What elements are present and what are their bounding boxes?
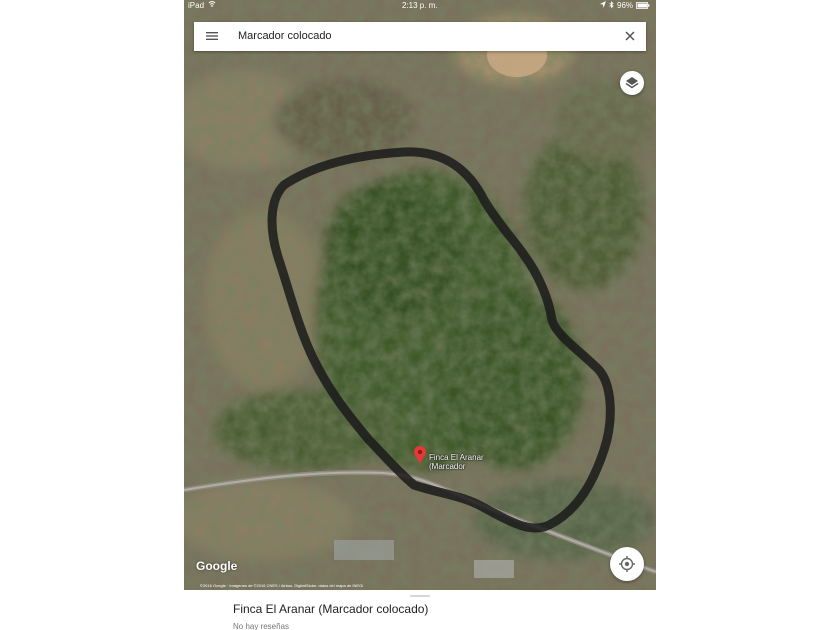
my-location-icon <box>619 556 635 572</box>
layers-icon <box>625 77 639 89</box>
location-arrow-icon <box>600 1 606 10</box>
place-title: Finca El Aranar (Marcador colocado) <box>233 602 429 616</box>
place-label-line2: (Marcador <box>429 462 466 471</box>
close-icon[interactable] <box>622 28 638 44</box>
search-bar[interactable]: Marcador colocado <box>194 22 646 51</box>
building-block <box>474 560 514 578</box>
building-block <box>334 540 394 560</box>
my-location-button[interactable] <box>610 547 644 581</box>
wifi-icon <box>208 0 216 10</box>
battery-icon <box>636 2 650 11</box>
menu-icon[interactable] <box>204 28 220 44</box>
place-label[interactable]: Finca El Aranar (Marcador <box>429 453 484 471</box>
ipad-screen: iPad 2:13 p. m. 96% Marcador colocado Fi… <box>184 0 656 630</box>
place-sheet[interactable]: Finca El Aranar (Marcador colocado) No h… <box>184 590 656 630</box>
clock: 2:13 p. m. <box>402 1 438 10</box>
reviews-text: No hay reseñas <box>233 622 290 630</box>
bluetooth-icon <box>609 1 614 11</box>
device-name: iPad <box>188 1 205 10</box>
satellite-map[interactable] <box>184 0 656 590</box>
google-logo: Google <box>196 559 238 573</box>
battery-percent: 96% <box>617 1 634 10</box>
map-pin-icon[interactable] <box>414 446 426 466</box>
search-query[interactable]: Marcador colocado <box>238 30 332 42</box>
drag-handle[interactable] <box>410 595 430 597</box>
place-label-line1: Finca El Aranar <box>429 453 484 462</box>
layers-button[interactable] <box>620 71 644 95</box>
map-copyright: ©2016 Google · Imágenes de ©2016 CNES / … <box>200 583 364 588</box>
status-bar: iPad 2:13 p. m. 96% <box>184 0 656 13</box>
